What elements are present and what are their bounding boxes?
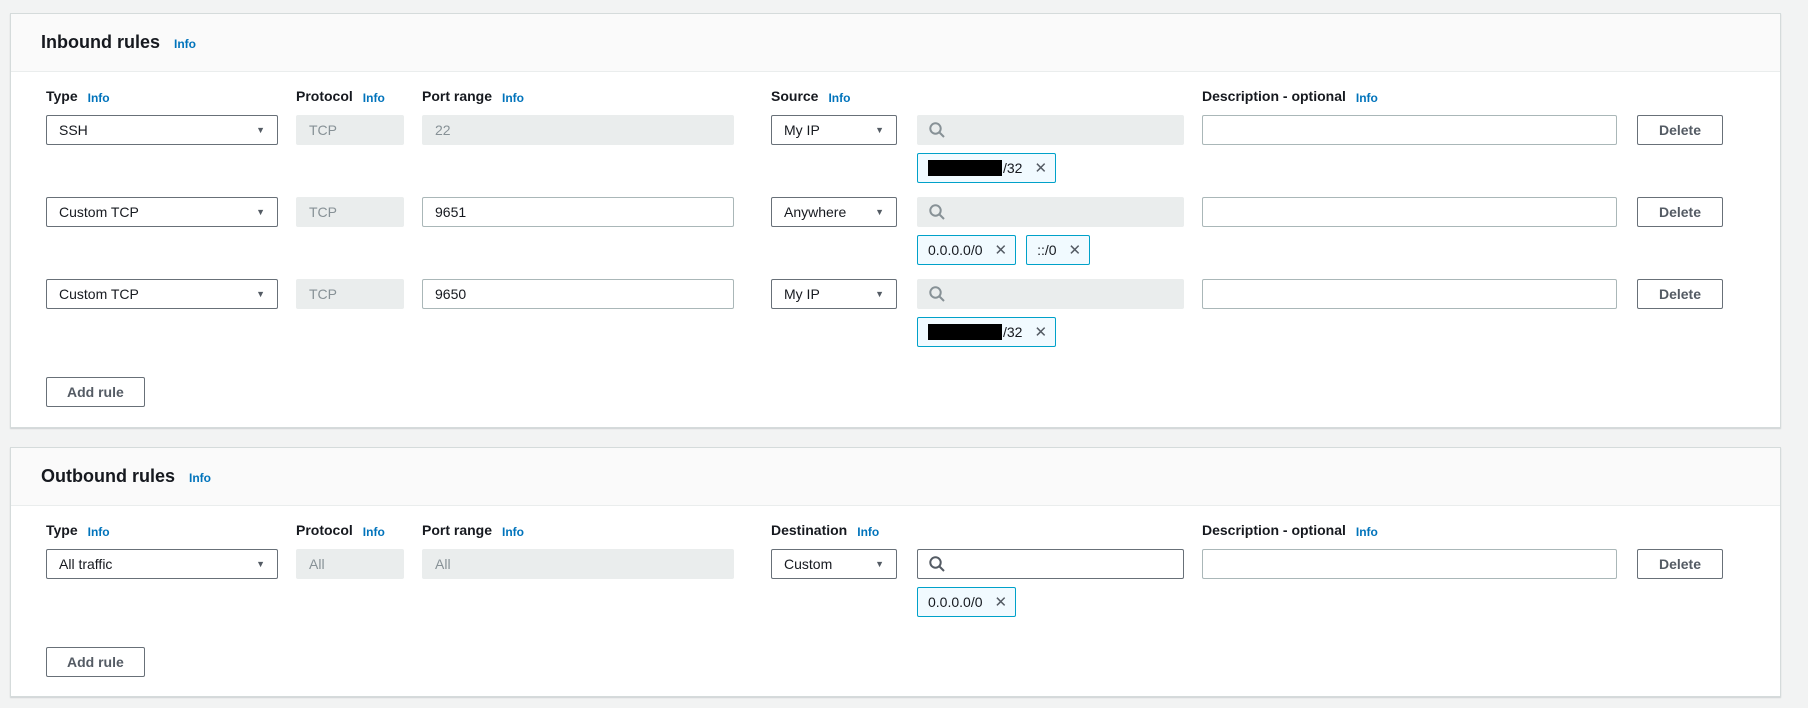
page-title: Outbound rules <box>41 466 175 487</box>
column-label-source: SourceInfo <box>771 88 1202 108</box>
column-label-port-range: Port rangeInfo <box>422 88 771 108</box>
cidr-tag: /32 ✕ <box>917 153 1056 183</box>
column-label-type: TypeInfo <box>46 88 296 108</box>
delete-button[interactable]: Delete <box>1637 279 1723 309</box>
search-icon <box>928 555 946 573</box>
column-label-protocol: ProtocolInfo <box>296 522 422 542</box>
source-search-input <box>917 115 1184 145</box>
inbound-rules-panel: Inbound rules Info TypeInfo ProtocolInfo… <box>10 13 1781 428</box>
dismiss-icon[interactable]: ✕ <box>995 243 1008 258</box>
inbound-panel-content: TypeInfo ProtocolInfo Port rangeInfo Sou… <box>11 72 1780 407</box>
info-link[interactable]: Info <box>174 37 196 51</box>
column-label-protocol: ProtocolInfo <box>296 88 422 108</box>
dismiss-icon[interactable]: ✕ <box>1034 325 1047 340</box>
type-select[interactable]: Custom TCP ▼ <box>46 279 278 309</box>
info-link[interactable]: Info <box>189 471 211 485</box>
outbound-panel-content: TypeInfo ProtocolInfo Port rangeInfo Des… <box>11 506 1780 677</box>
inbound-rule-row-3: Custom TCP ▼ My IP ▼ Delete /32 <box>46 279 1780 347</box>
chevron-down-icon: ▼ <box>875 289 884 299</box>
info-link[interactable]: Info <box>363 525 385 539</box>
chevron-down-icon: ▼ <box>256 125 265 135</box>
destination-search-input[interactable] <box>917 549 1184 579</box>
outbound-panel-header: Outbound rules Info <box>11 448 1780 506</box>
chevron-down-icon: ▼ <box>875 207 884 217</box>
protocol-input <box>296 279 404 309</box>
info-link[interactable]: Info <box>88 525 110 539</box>
protocol-input <box>296 115 404 145</box>
info-link[interactable]: Info <box>363 91 385 105</box>
cidr-tag: /32 ✕ <box>917 317 1056 347</box>
port-range-input[interactable] <box>422 197 734 227</box>
dismiss-icon[interactable]: ✕ <box>1069 243 1082 258</box>
description-input[interactable] <box>1202 115 1617 145</box>
description-input[interactable] <box>1202 279 1617 309</box>
redacted-ip <box>928 160 1002 176</box>
column-label-port-range: Port rangeInfo <box>422 522 771 542</box>
cidr-tag: 0.0.0.0/0 ✕ <box>917 235 1016 265</box>
protocol-input <box>296 197 404 227</box>
column-label-description: Description - optionalInfo <box>1202 522 1780 542</box>
source-tags: /32 ✕ <box>917 317 1780 347</box>
inbound-rule-row-1: SSH ▼ My IP ▼ Delete /32 <box>46 115 1780 183</box>
info-link[interactable]: Info <box>857 525 879 539</box>
port-range-input <box>422 549 734 579</box>
search-icon <box>928 285 946 303</box>
info-link[interactable]: Info <box>1356 525 1378 539</box>
source-tags: 0.0.0.0/0 ✕ ::/0 ✕ <box>917 235 1780 265</box>
column-label-description: Description - optionalInfo <box>1202 88 1780 108</box>
inbound-rule-row-2: Custom TCP ▼ Anywhere ▼ Delete 0.0.0.0/0 <box>46 197 1780 265</box>
source-search-input <box>917 279 1184 309</box>
port-range-input <box>422 115 734 145</box>
inbound-panel-header: Inbound rules Info <box>11 14 1780 72</box>
destination-select[interactable]: Custom ▼ <box>771 549 897 579</box>
source-search-input <box>917 197 1184 227</box>
info-link[interactable]: Info <box>502 525 524 539</box>
delete-button[interactable]: Delete <box>1637 197 1723 227</box>
dismiss-icon[interactable]: ✕ <box>995 595 1008 610</box>
chevron-down-icon: ▼ <box>256 207 265 217</box>
chevron-down-icon: ▼ <box>875 125 884 135</box>
info-link[interactable]: Info <box>502 91 524 105</box>
column-label-destination: DestinationInfo <box>771 522 1202 542</box>
chevron-down-icon: ▼ <box>875 559 884 569</box>
destination-tags: 0.0.0.0/0 ✕ <box>917 587 1780 617</box>
column-headers: TypeInfo ProtocolInfo Port rangeInfo Des… <box>46 522 1780 542</box>
outbound-rule-row-1: All traffic ▼ Custom ▼ Delete 0.0.0.0/0 <box>46 549 1780 617</box>
source-tags: /32 ✕ <box>917 153 1780 183</box>
delete-button[interactable]: Delete <box>1637 549 1723 579</box>
search-icon <box>928 121 946 139</box>
type-select[interactable]: Custom TCP ▼ <box>46 197 278 227</box>
source-select[interactable]: Anywhere ▼ <box>771 197 897 227</box>
description-input[interactable] <box>1202 549 1617 579</box>
info-link[interactable]: Info <box>1356 91 1378 105</box>
info-link[interactable]: Info <box>828 91 850 105</box>
source-select[interactable]: My IP ▼ <box>771 279 897 309</box>
source-select[interactable]: My IP ▼ <box>771 115 897 145</box>
port-range-input[interactable] <box>422 279 734 309</box>
search-icon <box>928 203 946 221</box>
cidr-tag: 0.0.0.0/0 ✕ <box>917 587 1016 617</box>
add-rule-button[interactable]: Add rule <box>46 377 145 407</box>
dismiss-icon[interactable]: ✕ <box>1034 161 1047 176</box>
chevron-down-icon: ▼ <box>256 559 265 569</box>
chevron-down-icon: ▼ <box>256 289 265 299</box>
add-rule-button[interactable]: Add rule <box>46 647 145 677</box>
column-headers: TypeInfo ProtocolInfo Port rangeInfo Sou… <box>46 88 1780 108</box>
outbound-rules-panel: Outbound rules Info TypeInfo ProtocolInf… <box>10 447 1781 697</box>
delete-button[interactable]: Delete <box>1637 115 1723 145</box>
page-title: Inbound rules <box>41 32 160 53</box>
type-select[interactable]: SSH ▼ <box>46 115 278 145</box>
description-input[interactable] <box>1202 197 1617 227</box>
cidr-tag: ::/0 ✕ <box>1026 235 1090 265</box>
column-label-type: TypeInfo <box>46 522 296 542</box>
info-link[interactable]: Info <box>88 91 110 105</box>
type-select[interactable]: All traffic ▼ <box>46 549 278 579</box>
redacted-ip <box>928 324 1002 340</box>
protocol-input <box>296 549 404 579</box>
